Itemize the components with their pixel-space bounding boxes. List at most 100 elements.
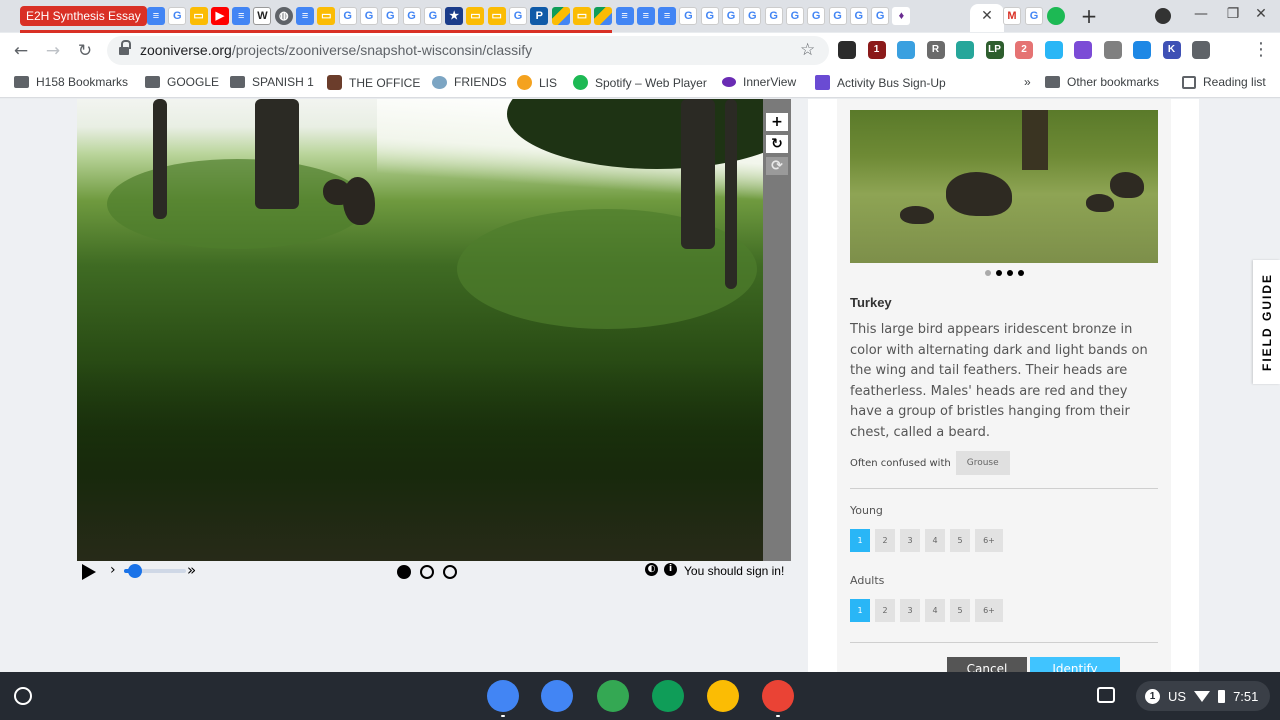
young-count-2[interactable]: 2 bbox=[875, 529, 895, 552]
restore-button[interactable]: ❐ bbox=[1224, 6, 1242, 22]
fast-forward-icon[interactable]: » bbox=[187, 561, 196, 579]
extension-6-icon[interactable]: LP bbox=[985, 41, 1004, 59]
confused-species-chip[interactable]: Grouse bbox=[955, 451, 1010, 475]
tab-favicon-g-icon[interactable]: G bbox=[807, 7, 826, 25]
bookmark-item[interactable]: Activity Bus Sign-Up bbox=[815, 75, 946, 90]
tab-favicon-star-icon[interactable]: ★ bbox=[445, 7, 464, 25]
bookmark-item[interactable]: THE OFFICE bbox=[327, 75, 420, 90]
adults-count-4[interactable]: 4 bbox=[925, 599, 945, 622]
bookmark-item[interactable]: H158 Bookmarks bbox=[14, 75, 128, 89]
rotate-button[interactable]: ↻ bbox=[766, 135, 788, 153]
slider-knob[interactable] bbox=[128, 564, 143, 578]
info-icon[interactable]: i bbox=[664, 563, 677, 576]
tab-favicon-doc-icon[interactable]: ≡ bbox=[296, 7, 315, 25]
tab-favicon-drive-icon[interactable] bbox=[594, 7, 613, 25]
extension-13-icon[interactable] bbox=[1192, 41, 1210, 59]
extension-7-icon[interactable]: 2 bbox=[1015, 41, 1033, 59]
contrast-icon[interactable]: ◐ bbox=[645, 563, 658, 576]
young-count-3[interactable]: 3 bbox=[900, 529, 920, 552]
tab-favicon-doc-icon[interactable]: ≡ bbox=[615, 7, 634, 25]
tab-favicon-g-icon[interactable]: G bbox=[764, 7, 783, 25]
gmail-icon[interactable] bbox=[762, 680, 794, 712]
tab-favicon-slide-icon[interactable]: ▭ bbox=[572, 7, 591, 25]
launcher-icon[interactable] bbox=[14, 687, 32, 705]
tab-favicon-g-icon[interactable]: G bbox=[828, 7, 847, 25]
back-button[interactable]: ← bbox=[10, 40, 32, 62]
carousel-dot-1[interactable] bbox=[985, 270, 991, 276]
tab-favicon-slide-icon[interactable]: ▭ bbox=[487, 7, 506, 25]
young-count-6+[interactable]: 6+ bbox=[975, 529, 1003, 552]
tab-favicon-g-icon[interactable]: G bbox=[338, 7, 357, 25]
carousel-dot-2[interactable] bbox=[996, 270, 1002, 276]
url-text[interactable]: zooniverse.org/projects/zooniverse/snaps… bbox=[140, 42, 532, 58]
bookmark-item[interactable]: LIS bbox=[517, 75, 557, 90]
cancel-button[interactable]: Cancel bbox=[947, 657, 1027, 672]
tab-search-icon[interactable] bbox=[1155, 8, 1171, 24]
forward-button[interactable]: → bbox=[42, 40, 64, 62]
status-area[interactable]: 1 US 7:51 bbox=[1136, 681, 1270, 711]
chrome-icon[interactable] bbox=[487, 680, 519, 712]
tab-favicon-g-icon[interactable]: G bbox=[871, 7, 890, 25]
identify-button[interactable]: Identify bbox=[1030, 657, 1120, 672]
tab-favicon-g-icon[interactable]: G bbox=[849, 7, 868, 25]
tab-favicon-g-icon[interactable]: G bbox=[168, 7, 187, 25]
extension-1-icon[interactable] bbox=[838, 41, 856, 59]
tab-favicon-g-icon[interactable]: G bbox=[785, 7, 804, 25]
extension-4-icon[interactable]: R bbox=[926, 41, 945, 59]
play-icon[interactable] bbox=[82, 564, 96, 580]
classroom-icon[interactable] bbox=[652, 680, 684, 712]
young-count-5[interactable]: 5 bbox=[950, 529, 970, 552]
adults-count-6+[interactable]: 6+ bbox=[975, 599, 1003, 622]
tab-favicon-yt-icon[interactable]: ▶ bbox=[210, 7, 229, 25]
reading-list[interactable]: Reading list bbox=[1182, 75, 1266, 89]
tab-favicon-slide-icon[interactable]: ▭ bbox=[189, 7, 208, 25]
bookmark-star-icon[interactable]: ☆ bbox=[800, 40, 815, 60]
extension-3-icon[interactable] bbox=[897, 41, 915, 59]
extension-10-icon[interactable] bbox=[1103, 41, 1122, 59]
tab-favicon-g-icon[interactable]: G bbox=[679, 7, 698, 25]
new-tab-button[interactable]: + bbox=[1078, 4, 1100, 28]
frame-dot-3[interactable] bbox=[443, 565, 457, 579]
step-icon[interactable]: › bbox=[110, 562, 116, 578]
extension-2-icon[interactable]: 1 bbox=[867, 41, 886, 59]
reset-button[interactable]: ⟳ bbox=[766, 157, 788, 175]
tab-favicon-g-icon[interactable]: G bbox=[509, 7, 528, 25]
tab-favicon-g-icon[interactable]: G bbox=[700, 7, 719, 25]
tab-favicon-p-icon[interactable]: P bbox=[530, 7, 549, 25]
address-bar[interactable]: zooniverse.org/projects/zooniverse/snaps… bbox=[107, 36, 829, 65]
extension-11-icon[interactable] bbox=[1133, 41, 1151, 59]
bookmark-item[interactable]: FRIENDS bbox=[432, 75, 507, 89]
frame-dot-2[interactable] bbox=[420, 565, 434, 579]
tab-favicon-g-icon[interactable]: G bbox=[1025, 7, 1043, 25]
docs-icon[interactable] bbox=[541, 680, 573, 712]
tab-favicon-doc-icon[interactable]: ≡ bbox=[232, 7, 251, 25]
tab-group-label[interactable]: E2H Synthesis Essay bbox=[20, 6, 147, 26]
adults-count-5[interactable]: 5 bbox=[950, 599, 970, 622]
tab-favicon-w-icon[interactable]: W bbox=[253, 7, 272, 25]
tab-favicon-gm-icon[interactable]: M bbox=[1003, 7, 1021, 25]
adults-count-3[interactable]: 3 bbox=[900, 599, 920, 622]
speed-slider[interactable] bbox=[124, 564, 186, 578]
carousel-dot-4[interactable] bbox=[1018, 270, 1024, 276]
young-count-1[interactable]: 1 bbox=[850, 529, 870, 552]
bookmark-item[interactable]: InnerView bbox=[722, 75, 796, 89]
adults-count-1[interactable]: 1 bbox=[850, 599, 870, 622]
frame-dot-1[interactable] bbox=[397, 565, 411, 579]
tab-favicon-doc-icon[interactable]: ≡ bbox=[636, 7, 655, 25]
tab-favicon-doc-icon[interactable]: ≡ bbox=[147, 7, 165, 25]
bookmark-item[interactable]: Spotify – Web Player bbox=[573, 75, 707, 90]
tab-favicon-purple-icon[interactable]: ♦ bbox=[892, 7, 911, 25]
tab-favicon-drive-icon[interactable] bbox=[551, 7, 570, 25]
young-count-4[interactable]: 4 bbox=[925, 529, 945, 552]
screenshot-icon[interactable] bbox=[1097, 687, 1115, 703]
menu-icon[interactable]: ⋮ bbox=[1252, 39, 1270, 60]
tab-favicon-g-icon[interactable]: G bbox=[743, 7, 762, 25]
bookmarks-overflow-button[interactable]: » bbox=[1024, 75, 1031, 89]
tab-favicon-spot-icon[interactable] bbox=[1047, 7, 1065, 25]
slides-icon[interactable] bbox=[707, 680, 739, 712]
tab-favicon-globe-icon[interactable]: ◍ bbox=[274, 7, 293, 25]
close-window-button[interactable]: ✕ bbox=[1252, 6, 1270, 22]
bookmark-item[interactable]: SPANISH 1 bbox=[230, 75, 314, 89]
tab-favicon-g-icon[interactable]: G bbox=[402, 7, 421, 25]
extension-9-icon[interactable] bbox=[1074, 41, 1092, 59]
